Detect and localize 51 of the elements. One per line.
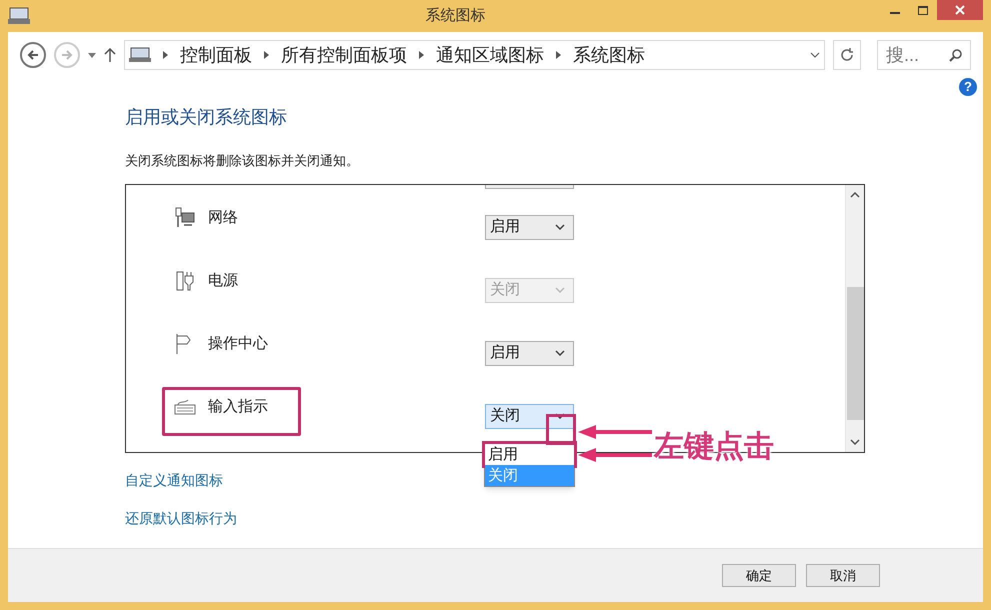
address-bar[interactable]: 控制面板 所有控制面板项 通知区域图标 系统图标 [124,40,825,70]
icon-name: 网络 [208,208,238,228]
window-title: 系统图标 [424,6,486,26]
dropdown-option[interactable]: 启用 [485,444,574,465]
chevron-right-icon [264,51,269,59]
dialog-button[interactable]: 取消 [806,564,880,587]
scroll-thumb[interactable] [846,286,864,420]
icon-name: 电源 [208,270,238,290]
page-heading: 启用或关闭系统图标 [125,106,288,129]
refresh-button[interactable] [833,40,861,70]
close-icon [955,5,965,15]
chevron-right-icon [419,51,424,59]
back-arrow-icon [27,49,39,61]
up-arrow-icon[interactable] [104,48,116,62]
chevron-down-icon [555,350,565,356]
state-dropdown[interactable]: 启用 [485,340,574,366]
help-icon[interactable]: ? [959,78,977,96]
breadcrumb-item[interactable]: 通知区域图标 [436,42,544,68]
search-icon [949,48,963,62]
chevron-down-icon [555,413,565,419]
icon-name: 输入指示 [208,396,268,416]
back-button[interactable] [20,42,46,68]
refresh-icon [840,48,854,62]
plug-icon [174,270,196,292]
chevron-right-icon [556,51,561,59]
scroll-down-icon [850,438,860,444]
computer-icon [129,47,151,63]
state-dropdown[interactable]: 关闭 [485,404,574,428]
dropdown-caret-icon[interactable] [88,52,96,58]
scroll-up-icon [850,192,860,198]
chevron-down-icon [555,287,565,293]
forward-arrow-icon [61,49,73,61]
link[interactable]: 自定义通知图标 [125,470,223,490]
chevron-down-icon [555,224,565,230]
description-text: 关闭系统图标将删除该图标并关闭通知。 [125,152,360,170]
chevron-right-icon [163,51,168,59]
scrollbar[interactable] [845,184,864,452]
breadcrumb-item[interactable]: 控制面板 [180,42,252,68]
state-dropdown[interactable]: 启用 [485,214,574,240]
keyboard-icon [174,398,196,415]
breadcrumb-item[interactable]: 系统图标 [573,42,645,68]
search-field[interactable]: 搜... [877,40,971,70]
highlight-frame [546,414,576,445]
chevron-down-icon[interactable] [810,52,820,58]
computer-icon [8,7,30,25]
network-icon [174,206,196,229]
icon-name: 操作中心 [208,334,268,354]
breadcrumb-item[interactable]: 所有控制面板项 [281,42,407,68]
link[interactable]: 还原默认图标行为 [125,508,237,528]
dialog-button[interactable]: 确定 [722,564,796,587]
close-button[interactable] [937,0,983,20]
